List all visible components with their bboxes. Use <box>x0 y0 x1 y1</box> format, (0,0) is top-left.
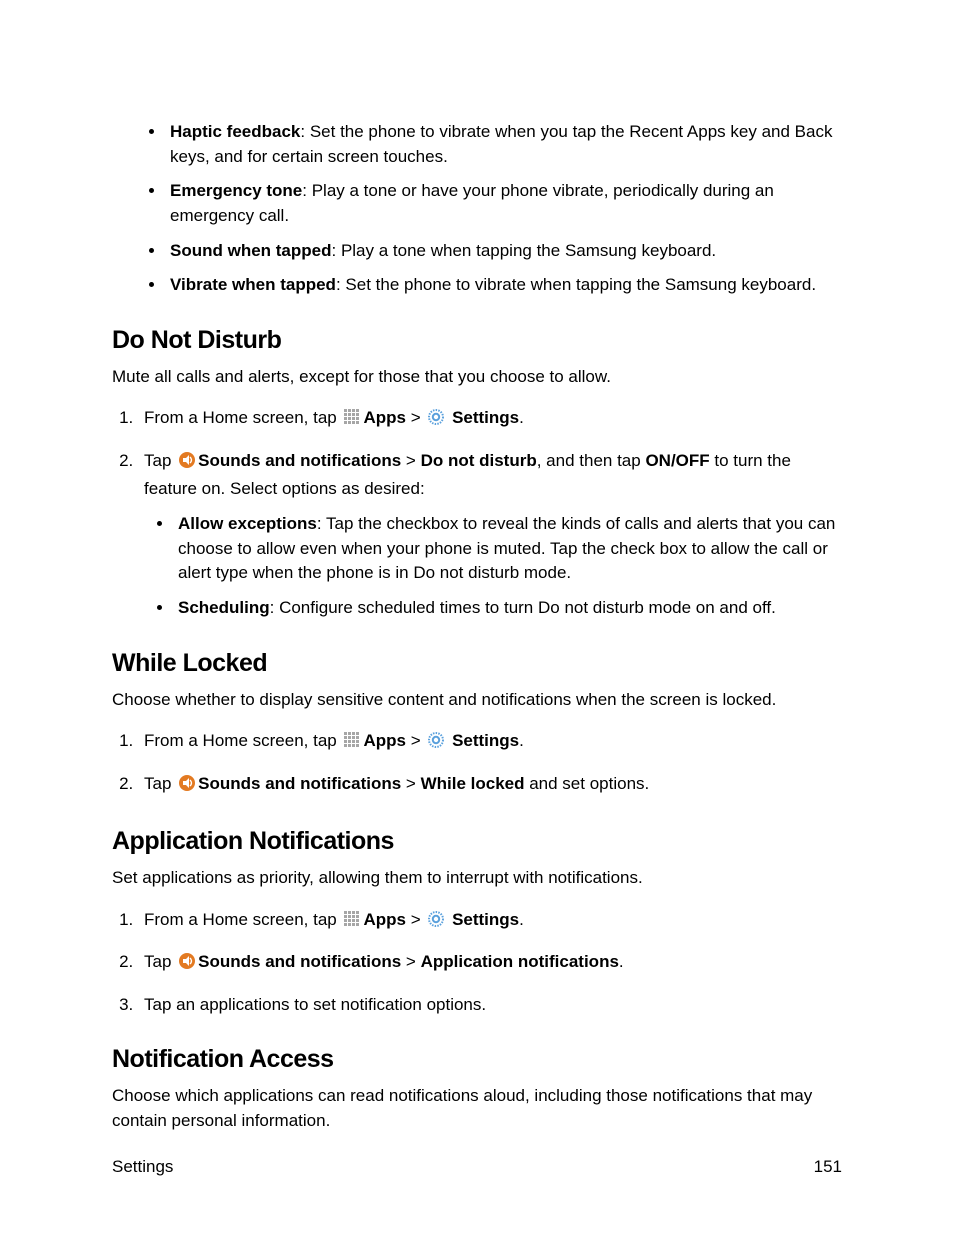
period: . <box>519 731 524 750</box>
period: . <box>619 952 624 971</box>
app-notif-label: Application notifications <box>421 952 619 971</box>
settings-label: Settings <box>447 731 519 750</box>
text: From a Home screen, tap <box>144 910 341 929</box>
term: Allow exceptions <box>178 514 317 533</box>
step-3: Tap an applications to set notification … <box>138 992 842 1018</box>
footer-left: Settings <box>112 1157 173 1177</box>
sounds-label: Sounds and notifications <box>198 774 401 793</box>
apps-label: Apps <box>363 731 406 750</box>
apps-grid-icon <box>343 408 361 434</box>
list-item: Haptic feedback: Set the phone to vibrat… <box>166 120 842 169</box>
step-1: From a Home screen, tap Apps > Settings. <box>138 405 842 434</box>
apps-label: Apps <box>363 910 406 929</box>
list-item: Emergency tone: Play a tone or have your… <box>166 179 842 228</box>
period: . <box>519 408 524 427</box>
separator: > <box>406 910 425 929</box>
intro-text: Mute all calls and alerts, except for th… <box>112 365 842 390</box>
text: Tap <box>144 451 176 470</box>
text: and set options. <box>525 774 650 793</box>
apps-label: Apps <box>363 408 406 427</box>
desc: : Configure scheduled times to turn Do n… <box>270 598 776 617</box>
step-2: Tap Sounds and notifications > Do not di… <box>138 448 842 621</box>
top-bullet-list: Haptic feedback : Set the phone to vibrat… <box>136 120 842 298</box>
separator: > <box>406 731 425 750</box>
while-locked-label: While locked <box>421 774 525 793</box>
text: Tap an applications to set notification … <box>144 995 486 1014</box>
step-1: From a Home screen, tap Apps > Settings. <box>138 728 842 757</box>
heading-application-notifications: Application Notifications <box>112 827 842 856</box>
list-item: Sound when tapped: Play a tone when tapp… <box>166 239 842 264</box>
desc: : Play a tone when tapping the Samsung k… <box>332 241 717 260</box>
sounds-icon <box>178 774 196 800</box>
term: Emergency tone <box>170 181 302 200</box>
separator: > <box>401 451 420 470</box>
settings-label: Settings <box>447 910 519 929</box>
text: From a Home screen, tap <box>144 731 341 750</box>
text: From a Home screen, tap <box>144 408 341 427</box>
heading-notification-access: Notification Access <box>112 1045 842 1074</box>
term: Scheduling <box>178 598 270 617</box>
settings-gear-icon <box>427 408 445 434</box>
footer-page-number: 151 <box>814 1157 842 1177</box>
list-item: Scheduling: Configure scheduled times to… <box>174 596 842 621</box>
page: Haptic feedback : Set the phone to vibrat… <box>0 0 954 1235</box>
heading-while-locked: While Locked <box>112 649 842 678</box>
heading-do-not-disturb: Do Not Disturb <box>112 326 842 355</box>
page-footer: Settings 151 <box>112 1157 842 1177</box>
apps-grid-icon <box>343 910 361 936</box>
intro-text: Set applications as priority, allowing t… <box>112 866 842 891</box>
separator: > <box>406 408 425 427</box>
text: , and then tap <box>537 451 646 470</box>
step-2: Tap Sounds and notifications > Applicati… <box>138 949 842 978</box>
settings-gear-icon <box>427 910 445 936</box>
list-item: Vibrate when tapped: Set the phone to vi… <box>166 273 842 298</box>
onoff-label: ON/OFF <box>645 451 709 470</box>
period: . <box>519 910 524 929</box>
term: Vibrate when tapped <box>170 275 336 294</box>
separator: > <box>401 952 420 971</box>
inner-bullets: Allow exceptions: Tap the checkbox to re… <box>144 512 842 621</box>
dnd-label: Do not disturb <box>421 451 537 470</box>
intro-text: Choose whether to display sensitive cont… <box>112 688 842 713</box>
text: Tap <box>144 952 176 971</box>
term: Haptic feedback <box>170 122 300 141</box>
settings-gear-icon <box>427 731 445 757</box>
desc: : Set the phone to vibrate when tapping … <box>336 275 816 294</box>
sounds-icon <box>178 451 196 477</box>
step-2: Tap Sounds and notifications > While loc… <box>138 771 842 800</box>
term: Sound when tapped <box>170 241 332 260</box>
text: Tap <box>144 774 176 793</box>
sounds-label: Sounds and notifications <box>198 451 401 470</box>
separator: > <box>401 774 420 793</box>
apps-grid-icon <box>343 731 361 757</box>
list-item: Allow exceptions: Tap the checkbox to re… <box>174 512 842 586</box>
step-1: From a Home screen, tap Apps > Settings. <box>138 907 842 936</box>
intro-text: Choose which applications can read notif… <box>112 1084 842 1133</box>
steps-application-notifications: From a Home screen, tap Apps > Settings.… <box>112 907 842 1018</box>
settings-label: Settings <box>447 408 519 427</box>
steps-do-not-disturb: From a Home screen, tap Apps > Settings.… <box>112 405 842 620</box>
sounds-label: Sounds and notifications <box>198 952 401 971</box>
sounds-icon <box>178 952 196 978</box>
steps-while-locked: From a Home screen, tap Apps > Settings.… <box>112 728 842 799</box>
